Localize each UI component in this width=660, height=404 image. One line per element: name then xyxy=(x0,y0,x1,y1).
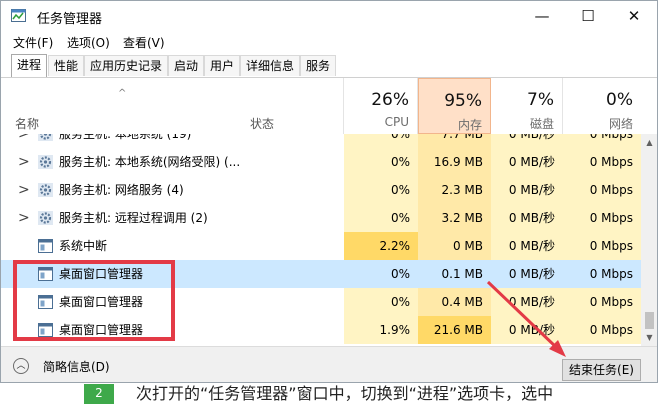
column-memory[interactable]: 95% 内存 xyxy=(418,78,491,134)
cpu-label: CPU xyxy=(384,115,409,129)
network-value: 0 Mbps xyxy=(563,148,641,176)
gear-icon xyxy=(38,155,53,169)
annotation-highlight-box xyxy=(13,260,175,341)
disk-label: 磁盘 xyxy=(529,117,554,131)
disk-value: 0 MB/秒 xyxy=(491,316,563,344)
process-name: 系统中断 xyxy=(59,239,108,253)
column-header: ^ 名称 状态 26% CPU 95% 内存 7% 磁盘 0% 网络 xyxy=(1,78,641,134)
vertical-scrollbar[interactable]: ▲ ▼ xyxy=(641,134,657,346)
gear-icon xyxy=(38,134,53,141)
tab-users[interactable]: 用户 xyxy=(204,55,241,76)
tab-performance[interactable]: 性能 xyxy=(48,55,85,76)
memory-value: 16.9 MB xyxy=(418,148,491,176)
disk-value: 0 MB/秒 xyxy=(491,204,563,232)
fewer-details-link[interactable]: 简略信息(D) xyxy=(43,358,110,375)
menu-options[interactable]: 选项(O) xyxy=(67,34,110,51)
cpu-value: 0% xyxy=(344,176,418,204)
memory-total-percent: 95% xyxy=(444,91,482,111)
process-name: 服务主机: 网络服务 (4) xyxy=(59,183,184,197)
title-bar[interactable]: 任务管理器 — ☐ ✕ xyxy=(1,1,657,31)
cpu-value: 0% xyxy=(344,260,418,288)
cpu-total-percent: 26% xyxy=(371,90,409,110)
minimize-button[interactable]: — xyxy=(519,1,565,31)
scroll-up-icon[interactable]: ▲ xyxy=(641,134,657,151)
column-cpu[interactable]: 26% CPU xyxy=(344,78,418,134)
expand-chevron-icon[interactable]: > xyxy=(18,204,30,232)
tab-startup[interactable]: 启动 xyxy=(168,55,205,76)
menu-view[interactable]: 查看(V) xyxy=(123,34,165,51)
scroll-thumb[interactable] xyxy=(645,312,654,329)
tab-services[interactable]: 服务 xyxy=(300,55,337,76)
sort-arrow-icon: ^ xyxy=(118,88,127,99)
memory-value: 0 MB xyxy=(418,232,491,260)
disk-value: 0 MB/秒 xyxy=(491,148,563,176)
disk-value: 0 MB/秒 xyxy=(491,288,563,316)
column-name[interactable]: ^ 名称 xyxy=(1,78,241,134)
expand-chevron-icon[interactable]: > xyxy=(18,148,30,176)
window-icon xyxy=(38,239,53,253)
memory-value: 21.6 MB xyxy=(418,316,491,344)
memory-value: 0.1 MB xyxy=(418,260,491,288)
disk-total-percent: 7% xyxy=(527,90,554,110)
column-network[interactable]: 0% 网络 xyxy=(563,78,641,134)
menu-file[interactable]: 文件(F) xyxy=(13,34,53,51)
maximize-button[interactable]: ☐ xyxy=(565,1,611,31)
process-name: 服务主机: 本地系统 (19) xyxy=(59,134,192,141)
column-status-label: 状态 xyxy=(250,117,275,131)
scroll-down-icon[interactable]: ▼ xyxy=(641,329,657,346)
instruction-text: 次打开的“任务管理器”窗口中，切换到“进程”选项卡，选中 xyxy=(136,384,554,403)
network-value: 0 Mbps xyxy=(563,176,641,204)
table-row[interactable]: > 服务主机: 远程过程调用 (2) 0% 3.2 MB 0 MB/秒 0 Mb… xyxy=(1,204,641,232)
cpu-value: 0% xyxy=(344,134,418,148)
disk-value: 0 MB/秒 xyxy=(491,232,563,260)
column-disk[interactable]: 7% 磁盘 xyxy=(491,78,563,134)
network-value: 0 Mbps xyxy=(563,288,641,316)
memory-value: 2.3 MB xyxy=(418,176,491,204)
close-button[interactable]: ✕ xyxy=(611,1,657,31)
memory-label: 内存 xyxy=(457,118,482,132)
gear-icon xyxy=(38,211,53,225)
process-name: 服务主机: 本地系统(网络受限) (... xyxy=(59,155,241,169)
tab-app-history[interactable]: 应用历史记录 xyxy=(84,55,169,76)
menu-bar: 文件(F) 选项(O) 查看(V) xyxy=(1,31,657,53)
disk-value: 0 MB/秒 xyxy=(491,176,563,204)
step-badge: 2 xyxy=(84,384,114,404)
column-status[interactable]: 状态 xyxy=(241,78,344,134)
network-value: 0 Mbps xyxy=(563,134,641,148)
tab-details[interactable]: 详细信息 xyxy=(240,55,301,76)
footer-bar: ︿ 简略信息(D) 结束任务(E) xyxy=(1,346,657,382)
table-row[interactable]: > 服务主机: 本地系统 (19) 0% 7.7 MB 0 MB/秒 0 Mbp… xyxy=(1,134,641,148)
network-value: 0 Mbps xyxy=(563,316,641,344)
memory-value: 7.7 MB xyxy=(418,134,491,148)
network-value: 0 Mbps xyxy=(563,204,641,232)
memory-value: 0.4 MB xyxy=(418,288,491,316)
cpu-value: 2.2% xyxy=(344,232,418,260)
process-name: 服务主机: 远程过程调用 (2) xyxy=(59,211,208,225)
table-row[interactable]: 系统中断 2.2% 0 MB 0 MB/秒 0 Mbps xyxy=(1,232,641,260)
cpu-value: 1.9% xyxy=(344,316,418,344)
table-row[interactable]: > 服务主机: 本地系统(网络受限) (... 0% 16.9 MB 0 MB/… xyxy=(1,148,641,176)
disk-value: 0 MB/秒 xyxy=(491,134,563,148)
cpu-value: 0% xyxy=(344,148,418,176)
cpu-value: 0% xyxy=(344,204,418,232)
network-label: 网络 xyxy=(608,117,633,131)
cpu-value: 0% xyxy=(344,288,418,316)
tab-processes[interactable]: 进程 xyxy=(11,54,48,77)
disk-value: 0 MB/秒 xyxy=(491,260,563,288)
gear-icon xyxy=(38,183,53,197)
memory-value: 3.2 MB xyxy=(418,204,491,232)
network-value: 0 Mbps xyxy=(563,232,641,260)
chevron-up-icon[interactable]: ︿ xyxy=(13,358,29,374)
end-task-button[interactable]: 结束任务(E) xyxy=(562,359,641,381)
expand-chevron-icon[interactable]: > xyxy=(18,176,30,204)
table-row[interactable]: > 服务主机: 网络服务 (4) 0% 2.3 MB 0 MB/秒 0 Mbps xyxy=(1,176,641,204)
task-manager-icon xyxy=(11,9,26,22)
network-value: 0 Mbps xyxy=(563,260,641,288)
expand-chevron-icon[interactable]: > xyxy=(18,134,30,148)
window-title: 任务管理器 xyxy=(37,12,103,27)
column-name-label: 名称 xyxy=(15,117,40,131)
network-total-percent: 0% xyxy=(606,90,633,110)
